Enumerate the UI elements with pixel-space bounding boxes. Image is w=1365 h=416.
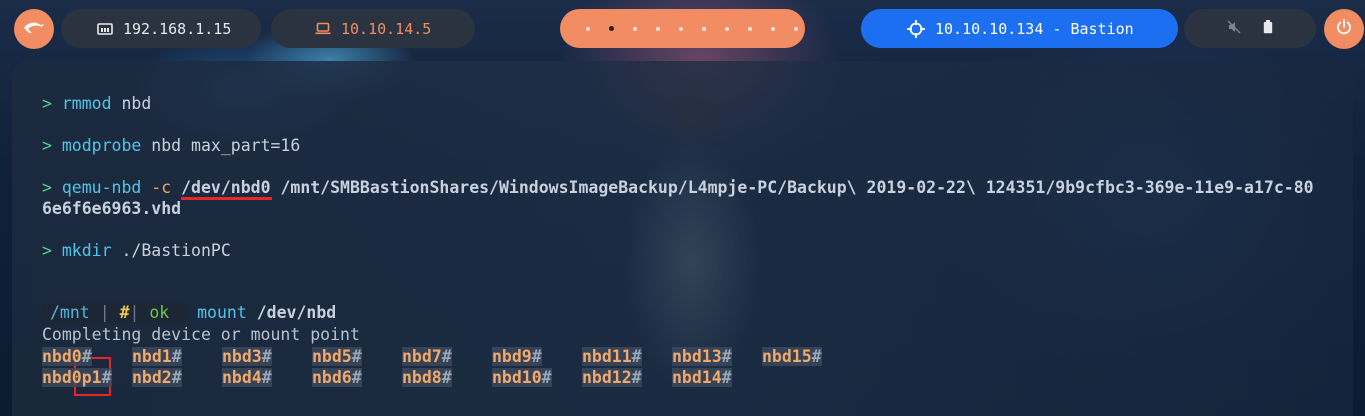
workspace-dot-7[interactable] bbox=[725, 26, 729, 31]
system-tray bbox=[1184, 9, 1316, 48]
kali-dragon-icon bbox=[23, 19, 45, 39]
battery-icon[interactable] bbox=[1263, 19, 1273, 38]
completion-item[interactable]: nbd1# bbox=[132, 347, 182, 366]
workspace-dot-3[interactable] bbox=[633, 26, 637, 31]
workspace-dot-8[interactable] bbox=[748, 26, 752, 31]
completion-item[interactable]: nbd6# bbox=[312, 368, 362, 387]
completion-item[interactable]: nbd14# bbox=[672, 368, 732, 387]
completion-item[interactable]: nbd8# bbox=[402, 368, 452, 387]
laptop-icon bbox=[315, 22, 331, 35]
vpn-ip-pill[interactable]: 10.10.14.5 bbox=[271, 9, 475, 48]
terminal-line-modprobe: > modprobe nbd max_part=16 bbox=[42, 136, 301, 155]
workspace-dot-10[interactable] bbox=[794, 26, 798, 31]
workspace-dot-4[interactable] bbox=[656, 26, 660, 31]
local-ip-pill[interactable]: 192.168.1.15 bbox=[61, 9, 261, 48]
workspace-dot-6[interactable] bbox=[702, 26, 706, 31]
completion-item[interactable]: nbd5# bbox=[312, 347, 362, 366]
workspace-dot-9[interactable] bbox=[771, 26, 775, 31]
target-pill[interactable]: 10.10.10.134 - Bastion bbox=[861, 9, 1178, 48]
kali-menu-button[interactable] bbox=[14, 9, 54, 49]
prompt-root-hash: # bbox=[119, 303, 130, 322]
terminal-line-mkdir: > mkdir ./BastionPC bbox=[42, 241, 231, 260]
network-icon bbox=[97, 22, 113, 36]
completion-header: Completing device or mount point bbox=[42, 325, 360, 344]
current-prompt[interactable]: /mnt | #| ok mount /dev/nbd bbox=[42, 303, 336, 323]
local-ip-text: 192.168.1.15 bbox=[123, 19, 232, 38]
prompt-path: /mnt bbox=[50, 303, 90, 322]
mute-icon[interactable] bbox=[1227, 20, 1241, 38]
prompt-status: ok bbox=[149, 303, 170, 322]
terminal-line-rmmod: > rmmod nbd bbox=[42, 94, 152, 113]
completion-item[interactable]: nbd7# bbox=[402, 347, 452, 366]
workspace-switcher[interactable] bbox=[560, 9, 805, 48]
completion-item[interactable]: nbd2# bbox=[132, 368, 182, 387]
completion-item[interactable]: nbd11# bbox=[582, 347, 642, 366]
completion-item[interactable]: nbd4# bbox=[222, 368, 272, 387]
terminal-window[interactable]: > rmmod nbd > modprobe nbd max_part=16 >… bbox=[12, 61, 1353, 416]
workspace-dot-2[interactable] bbox=[609, 26, 614, 31]
completion-item[interactable]: nbd0p1# bbox=[42, 368, 112, 387]
workspace-dot-1[interactable] bbox=[586, 26, 590, 31]
typed-command: mount bbox=[197, 303, 247, 322]
completion-item[interactable]: nbd15# bbox=[762, 347, 822, 366]
completion-item[interactable]: nbd3# bbox=[222, 347, 272, 366]
target-text: 10.10.10.134 - Bastion bbox=[935, 19, 1134, 38]
terminal-line-qemu-wrap: 6e6f6e6963.vhd bbox=[42, 199, 182, 218]
completion-item[interactable]: nbd13# bbox=[672, 347, 732, 366]
crosshair-icon bbox=[907, 19, 925, 38]
completion-item[interactable]: nbd10# bbox=[492, 368, 552, 387]
power-icon bbox=[1336, 19, 1352, 39]
completion-item[interactable]: nbd0# bbox=[42, 347, 92, 366]
power-button[interactable] bbox=[1324, 9, 1364, 49]
workspace-dot-5[interactable] bbox=[679, 26, 683, 31]
vpn-ip-text: 10.10.14.5 bbox=[341, 19, 432, 38]
device-underline-annotation bbox=[181, 197, 272, 200]
completion-item[interactable]: nbd12# bbox=[582, 368, 642, 387]
terminal-line-qemu-nbd: > qemu-nbd -c /dev/nbd0 /mnt/SMBBastionS… bbox=[42, 178, 1314, 197]
completion-item[interactable]: nbd9# bbox=[492, 347, 542, 366]
top-bar: 192.168.1.15 10.10.14.5 10.10.10.134 - B… bbox=[0, 0, 1365, 60]
